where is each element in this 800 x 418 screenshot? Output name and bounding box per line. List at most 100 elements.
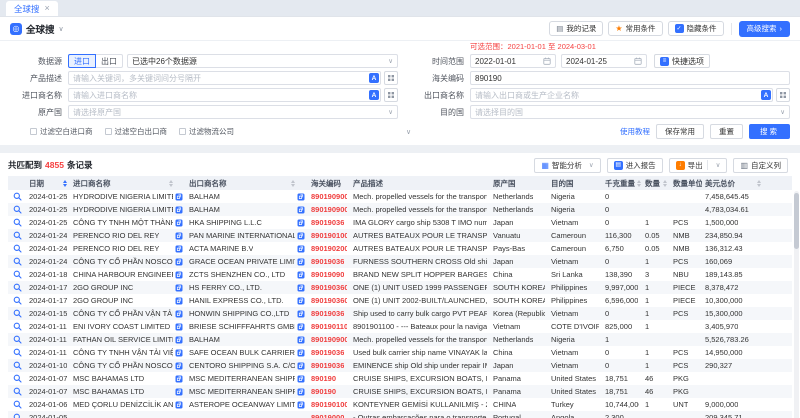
table-scrollbar[interactable] (794, 191, 799, 418)
copy-icon[interactable] (297, 401, 305, 409)
row-detail-button[interactable] (8, 190, 26, 203)
copy-icon[interactable] (175, 349, 183, 357)
my-records-button[interactable]: ▤ 我的记录 (549, 21, 603, 36)
table-row[interactable]: 2024-01-25CÔNG TY TNHH MỘT THÀNH VIÊN ĐÔ… (8, 216, 792, 229)
translate-icon[interactable]: A (369, 90, 379, 100)
common-conditions-button[interactable]: ★ 常用条件 (608, 21, 662, 36)
row-detail-button[interactable] (8, 281, 26, 294)
date-to-input[interactable]: 2024-01-25 (561, 54, 647, 68)
copy-icon[interactable] (175, 310, 183, 318)
product-desc-input[interactable] (68, 71, 381, 85)
filter-blank-importer-checkbox[interactable]: 过滤空白进口商 (30, 126, 93, 137)
translate-icon[interactable]: A (761, 90, 771, 100)
column-header-date[interactable]: 日期 (26, 176, 70, 190)
column-header-qty[interactable]: 数量 (642, 176, 670, 190)
copy-icon[interactable] (175, 193, 183, 201)
column-header-kg[interactable]: 千克重量 (602, 176, 642, 190)
row-detail-button[interactable] (8, 307, 26, 320)
translate-icon[interactable]: A (369, 73, 379, 83)
sample-grid-button[interactable] (384, 88, 398, 102)
copy-icon[interactable] (175, 232, 183, 240)
smart-analysis-button[interactable]: ▦ 智能分析 ∨ (534, 158, 600, 173)
row-detail-button[interactable] (8, 372, 26, 385)
quick-options-button[interactable]: ≡ 快捷选项 (654, 54, 710, 68)
destination-select[interactable]: 请选择目的国 ∨ (470, 105, 790, 119)
importer-input[interactable] (68, 88, 381, 102)
copy-icon[interactable] (297, 232, 305, 240)
table-row[interactable]: 2024-01-10CÔNG TY CỔ PHẦN NOSCO SHIPYARD… (8, 359, 792, 372)
export-dropdown-icon[interactable]: ∨ (716, 161, 721, 169)
table-row[interactable]: 2024-01-24PERENCO RIO DEL REYPAN MARINE … (8, 229, 792, 242)
row-detail-button[interactable] (8, 216, 26, 229)
copy-icon[interactable] (175, 258, 183, 266)
origin-select[interactable]: 请选择原产国 ∨ (68, 105, 398, 119)
table-row[interactable]: 2024-01-172GO GROUP INCHANIL EXPRESS CO.… (8, 294, 792, 307)
sort-carets-icon[interactable] (661, 180, 667, 187)
table-row[interactable]: 2024-01-18CHINA HARBOUR ENGINEERING CO L… (8, 268, 792, 281)
date-from-input[interactable]: 2022-01-01 (470, 54, 556, 68)
export-toggle[interactable]: 出口 (96, 54, 123, 68)
sample-grid-button[interactable] (776, 88, 790, 102)
copy-icon[interactable] (297, 310, 305, 318)
tutorial-link[interactable]: 使用教程 (620, 126, 650, 137)
tab-global-search[interactable]: 全球搜 × (6, 1, 58, 16)
table-row[interactable]: 2024-01-25HYDRODIVE NIGERIA LIMITEDBALHA… (8, 203, 792, 216)
row-detail-button[interactable] (8, 385, 26, 398)
sample-grid-button[interactable] (384, 71, 398, 85)
copy-icon[interactable] (175, 336, 183, 344)
title-chevron-down-icon[interactable]: ∨ (59, 25, 64, 33)
column-header-importer[interactable]: 进口商名称 (70, 176, 186, 190)
copy-icon[interactable] (175, 323, 183, 331)
sort-carets-icon[interactable] (167, 180, 173, 187)
table-row[interactable]: 2024-01-172GO GROUP INCHS FERRY CO., LTD… (8, 281, 792, 294)
sort-carets-icon[interactable] (755, 180, 761, 187)
export-button[interactable]: ↓ 导出 ∨ (669, 158, 728, 173)
row-detail-button[interactable] (8, 346, 26, 359)
data-source-select[interactable]: 已选中26个数据源 ∨ (127, 54, 398, 68)
sort-carets-icon[interactable] (61, 180, 67, 187)
sort-carets-icon[interactable] (289, 180, 295, 187)
copy-icon[interactable] (297, 375, 305, 383)
row-detail-button[interactable] (8, 242, 26, 255)
table-row[interactable]: 2024-01-25HYDRODIVE NIGERIA LIMITEDBALHA… (8, 190, 792, 203)
row-detail-button[interactable] (8, 333, 26, 346)
copy-icon[interactable] (297, 297, 305, 305)
table-row[interactable]: 2024-01-0589019000- Outras embarcações p… (8, 411, 792, 418)
copy-icon[interactable] (297, 258, 305, 266)
copy-icon[interactable] (175, 401, 183, 409)
row-detail-button[interactable] (8, 268, 26, 281)
copy-icon[interactable] (297, 193, 305, 201)
copy-icon[interactable] (297, 349, 305, 357)
reset-button[interactable]: 重置 (710, 124, 743, 139)
row-detail-button[interactable] (8, 398, 26, 411)
copy-icon[interactable] (297, 284, 305, 292)
copy-icon[interactable] (297, 388, 305, 396)
row-detail-button[interactable] (8, 294, 26, 307)
copy-icon[interactable] (175, 362, 183, 370)
table-row[interactable]: 2024-01-07MSC BAHAMAS LTDMSC MEDITERRANE… (8, 372, 792, 385)
copy-icon[interactable] (175, 388, 183, 396)
table-row[interactable]: 2024-01-06MED ÇORLU DENİZCİLİK ANONİM Şİ… (8, 398, 792, 411)
table-row[interactable]: 2024-01-11CÔNG TY TNHH VẬN TẢI VIỆT THUẬ… (8, 346, 792, 359)
filter-logistics-checkbox[interactable]: 过滤物流公司 (179, 126, 234, 137)
search-button[interactable]: 搜索 (749, 124, 790, 139)
hs-code-input[interactable] (470, 71, 790, 85)
copy-icon[interactable] (297, 219, 305, 227)
copy-icon[interactable] (297, 323, 305, 331)
scrollbar-thumb[interactable] (794, 193, 799, 249)
row-detail-button[interactable] (8, 359, 26, 372)
copy-icon[interactable] (297, 271, 305, 279)
row-detail-button[interactable] (8, 203, 26, 216)
exporter-input[interactable] (470, 88, 773, 102)
enter-report-button[interactable]: ▤ 进入报告 (607, 158, 663, 173)
copy-icon[interactable] (297, 245, 305, 253)
row-detail-button[interactable] (8, 320, 26, 333)
filter-blank-exporter-checkbox[interactable]: 过滤空白出口商 (105, 126, 168, 137)
advanced-search-button[interactable]: 高级搜索 › (739, 21, 791, 37)
copy-icon[interactable] (175, 271, 183, 279)
copy-icon[interactable] (175, 284, 183, 292)
hide-conditions-button[interactable]: ✓ 隐藏条件 (668, 21, 724, 36)
tab-close-icon[interactable]: × (45, 4, 50, 13)
save-common-button[interactable]: 保存常用 (656, 124, 704, 139)
table-row[interactable]: 2024-01-15CÔNG TY CỔ PHẦN VẬN TẢI VÀ TIẾ… (8, 307, 792, 320)
